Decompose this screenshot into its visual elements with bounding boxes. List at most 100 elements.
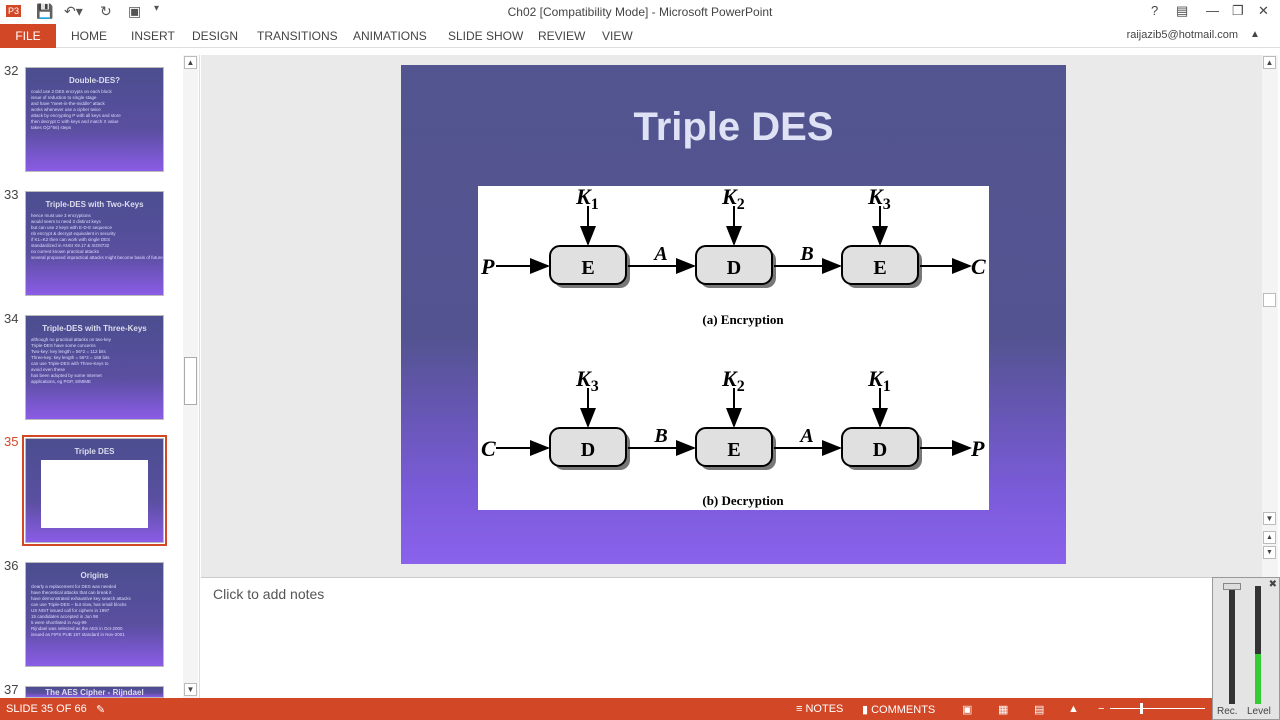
notes-pane[interactable]: Click to add notes <box>201 577 1212 698</box>
input-label: P <box>480 254 495 279</box>
slide-thumbnail[interactable]: Triple-DES with Two-Keys hence must use 3… <box>25 191 164 296</box>
zoom-slider-handle[interactable] <box>1140 703 1143 714</box>
title-bar: P3 💾 ↶▾ ↻ ▣ ▾ Ch02 [Compatibility Mode] … <box>0 0 1280 24</box>
scroll-down-icon[interactable]: ▼ <box>1263 512 1276 525</box>
slide-thumbnail[interactable]: Double-DES? could use 2 DES encrypts on e… <box>25 67 164 172</box>
intermediate-label: B <box>799 243 813 265</box>
tab-review[interactable]: REVIEW <box>538 29 585 43</box>
thumbnail-title: The AES Cipher - Rijndael <box>45 688 144 697</box>
thumbnail-scrollbar[interactable]: ▲ ▼ <box>183 55 198 698</box>
slide[interactable]: Triple DES P E K1 A D K2 B E K3 C (a) Encryption C D… <box>401 65 1066 564</box>
thumbnail-title: Triple-DES with Three-Keys <box>42 324 147 333</box>
scrollbar-thumb[interactable] <box>1263 293 1276 307</box>
ribbon-tabs: FILE HOME INSERT DESIGN TRANSITIONS ANIM… <box>0 24 1280 48</box>
thumbnail-number: 32 <box>4 63 19 78</box>
thumbnail-bullet: several proposed impractical attacks mig… <box>31 255 164 260</box>
collapse-ribbon-icon[interactable]: ▲ <box>1250 29 1260 40</box>
scroll-up-icon[interactable]: ▲ <box>184 56 197 69</box>
caption: (b) Decryption <box>702 493 784 508</box>
key-label: K1 <box>575 186 599 213</box>
user-account[interactable]: raijazib5@hotmail.com <box>1127 29 1238 41</box>
thumbnail-number: 34 <box>4 311 19 326</box>
thumbnail-number: 35 <box>4 434 19 449</box>
thumbnail-bullet: issued as FIPS PUB 197 standard in Nov-2… <box>31 632 125 637</box>
close-button[interactable]: ✕ <box>1258 3 1269 19</box>
thumbnail-diagram <box>41 460 148 528</box>
tab-transitions[interactable]: TRANSITIONS <box>257 29 338 43</box>
slide-scrollbar[interactable]: ▲ ▼ ▲ ▼ <box>1262 55 1278 577</box>
rec-slider-handle[interactable] <box>1223 583 1241 590</box>
tab-design[interactable]: DESIGN <box>192 29 238 43</box>
intermediate-label: B <box>653 425 667 447</box>
cipher-box-label: E <box>873 257 886 279</box>
window-title: Ch02 [Compatibility Mode] - Microsoft Po… <box>507 5 773 19</box>
previous-slide-icon[interactable]: ▲ <box>1263 531 1276 544</box>
close-icon[interactable]: ✖ <box>1269 579 1277 590</box>
output-label: P <box>970 436 985 461</box>
level-meter <box>1255 586 1261 704</box>
key-label: K2 <box>721 366 745 395</box>
zoom-out-icon[interactable]: − <box>1098 703 1104 715</box>
tab-home[interactable]: HOME <box>71 29 107 43</box>
key-label: K2 <box>721 186 745 213</box>
tab-insert[interactable]: INSERT <box>131 29 175 43</box>
slide-thumbnail[interactable]: Triple DES <box>22 435 167 546</box>
slide-thumbnail[interactable]: Triple-DES with Three-Keys although no pr… <box>25 315 164 420</box>
slide-counter: SLIDE 35 OF 66 <box>6 703 87 715</box>
slide-thumbnail[interactable]: The AES Cipher - Rijndael <box>25 686 164 698</box>
scroll-up-icon[interactable]: ▲ <box>1263 56 1276 69</box>
thumbnail-bullet: applications, eg PGP, S/MIME <box>31 379 91 384</box>
maximize-button[interactable]: ❐ <box>1232 3 1244 19</box>
output-label: C <box>971 254 986 279</box>
level-label: Level <box>1247 706 1271 717</box>
thumbnail-bullet: takes O(2^56) steps <box>31 125 72 130</box>
normal-view-icon[interactable]: ▣ <box>962 703 972 716</box>
notes-button[interactable]: ≡ NOTES <box>796 703 843 715</box>
thumbnail-title: Triple-DES with Two-Keys <box>45 200 144 209</box>
cipher-box-label: D <box>581 439 595 461</box>
slide-thumbnail[interactable]: Origins clearly a replacement for DES was… <box>25 562 164 667</box>
recording-level-widget[interactable]: ✖ Rec. Level <box>1212 577 1280 720</box>
minimize-button[interactable]: — <box>1206 3 1219 18</box>
next-slide-icon[interactable]: ▼ <box>1263 546 1276 559</box>
cipher-box-label: D <box>873 439 887 461</box>
slide-title[interactable]: Triple DES <box>401 105 1066 150</box>
key-label: K3 <box>575 366 599 395</box>
slide-sorter-icon[interactable]: ▦ <box>998 703 1008 716</box>
reading-view-icon[interactable]: ▤ <box>1034 703 1044 716</box>
tab-view[interactable]: VIEW <box>602 29 633 43</box>
caption: (a) Encryption <box>702 312 784 327</box>
zoom-slider[interactable] <box>1110 708 1205 709</box>
cipher-box-label: E <box>581 257 594 279</box>
slide-thumbnail-panel: 32 Double-DES? could use 2 DES encrypts on… <box>0 55 200 698</box>
slideshow-view-icon[interactable]: ▲ <box>1068 703 1079 715</box>
rec-slider[interactable] <box>1229 586 1235 704</box>
comments-label: COMMENTS <box>871 704 936 716</box>
key-label: K1 <box>867 366 891 395</box>
key-label: K3 <box>867 186 891 213</box>
intermediate-label: A <box>652 243 667 265</box>
thumbnail-number: 33 <box>4 187 19 202</box>
input-label: C <box>481 436 496 461</box>
tab-slide-show[interactable]: SLIDE SHOW <box>448 29 523 43</box>
comments-button[interactable]: ▮ COMMENTS <box>862 703 935 716</box>
thumbnail-number: 36 <box>4 558 19 573</box>
help-icon[interactable]: ? <box>1151 3 1158 18</box>
tab-animations[interactable]: ANIMATIONS <box>353 29 427 43</box>
rec-label: Rec. <box>1217 706 1238 717</box>
thumbnail-title: Origins <box>80 571 109 580</box>
ribbon-display-icon[interactable]: ▤ <box>1176 3 1188 19</box>
status-bar: SLIDE 35 OF 66 ✎ ≡ NOTES ▮ COMMENTS ▣ ▦ … <box>0 698 1280 720</box>
thumbnail-number: 37 <box>4 682 19 697</box>
scrollbar-thumb[interactable] <box>184 357 197 405</box>
scroll-down-icon[interactable]: ▼ <box>184 683 197 696</box>
intermediate-label: A <box>798 425 813 447</box>
spell-check-icon[interactable]: ✎ <box>96 703 105 716</box>
tab-file[interactable]: FILE <box>0 24 56 48</box>
thumbnail-title: Triple DES <box>74 447 115 456</box>
cipher-box-label: D <box>727 257 741 279</box>
notes-placeholder[interactable]: Click to add notes <box>213 586 324 602</box>
thumbnail-title: Double-DES? <box>68 76 121 85</box>
triple-des-diagram[interactable]: P E K1 A D K2 B E K3 C (a) Encryption C D K3 B E K2 A D K1 P… <box>478 184 989 510</box>
cipher-box-label: E <box>727 439 740 461</box>
